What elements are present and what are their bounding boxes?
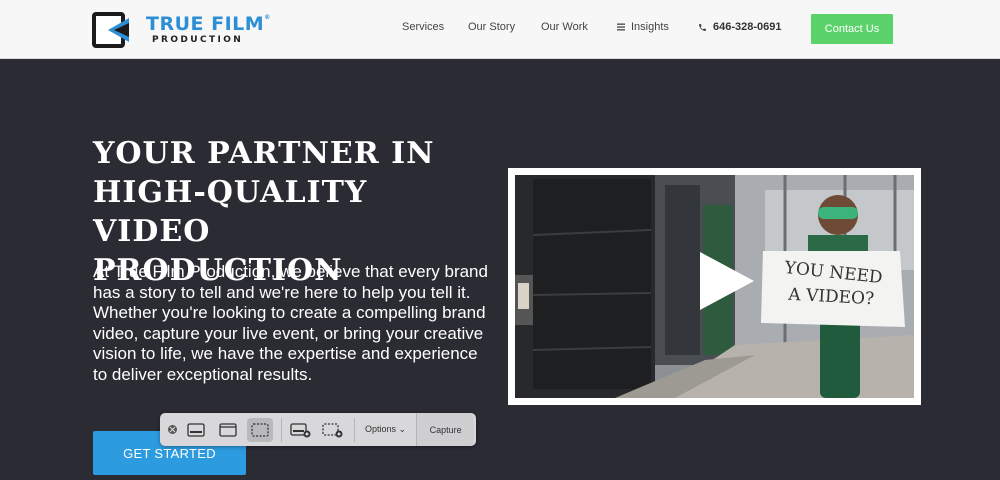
- hero-title-line: HIGH-QUALITY VIDEO: [93, 175, 368, 249]
- capture-selection-icon[interactable]: [247, 417, 273, 442]
- options-dropdown[interactable]: Options ⌄: [365, 424, 406, 435]
- video-thumbnail[interactable]: YOU NEED A VIDEO?: [515, 175, 914, 398]
- site-header: TRUE FILM® PRODUCTION Services Our Story…: [0, 0, 1000, 59]
- trademark-symbol: ®: [264, 14, 271, 21]
- menu-icon: [617, 23, 625, 31]
- phone-link[interactable]: 646-328-0691: [698, 21, 782, 33]
- capture-button[interactable]: Capture: [416, 413, 475, 446]
- video-player[interactable]: YOU NEED A VIDEO?: [508, 168, 921, 405]
- nav-our-story[interactable]: Our Story: [468, 21, 515, 33]
- toolbar-divider: [281, 417, 282, 442]
- record-selection-icon[interactable]: [320, 418, 346, 442]
- phone-number: 646-328-0691: [713, 21, 782, 33]
- toolbar-divider: [354, 417, 355, 442]
- chevron-down-icon: ⌄: [398, 424, 407, 434]
- record-screen-icon[interactable]: [288, 418, 314, 442]
- close-icon[interactable]: [168, 425, 177, 434]
- film-camera-logo-icon: [92, 12, 138, 48]
- nav-our-work[interactable]: Our Work: [541, 21, 588, 33]
- options-label: Options: [365, 424, 397, 434]
- capture-screen-icon[interactable]: [215, 418, 241, 442]
- phone-icon: [699, 23, 706, 31]
- nav-insights[interactable]: Insights: [617, 21, 669, 33]
- hero-description: At True Film Production, we believe that…: [93, 262, 488, 384]
- nav-insights-label: Insights: [631, 21, 669, 33]
- brand-subtitle: PRODUCTION: [152, 35, 244, 45]
- play-icon[interactable]: [700, 252, 754, 310]
- capture-toolbar: Options ⌄ Capture: [160, 413, 476, 446]
- contact-us-button[interactable]: Contact Us: [811, 14, 893, 44]
- capture-window-icon[interactable]: [183, 418, 209, 442]
- brand-title: TRUE FILM®: [146, 13, 271, 35]
- nav-services[interactable]: Services: [402, 21, 444, 33]
- hero-title-line: YOUR PARTNER IN: [93, 136, 435, 171]
- brand-logo[interactable]: TRUE FILM® PRODUCTION: [92, 12, 271, 48]
